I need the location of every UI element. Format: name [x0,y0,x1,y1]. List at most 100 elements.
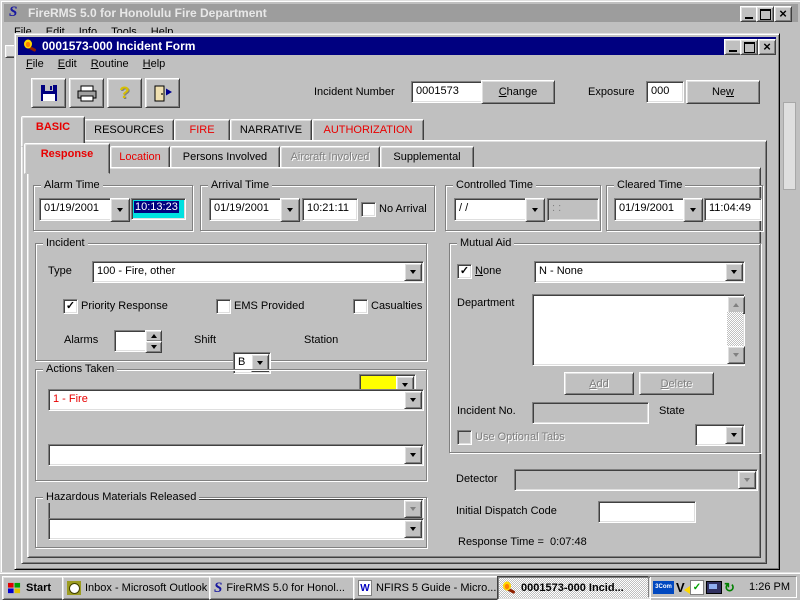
mutual-aid-none-checkbox[interactable]: ✓ [457,264,472,279]
cleared-time-field[interactable]: 11:04:49 [704,198,762,221]
sync-icon[interactable]: ↻ [724,581,735,594]
use-optional-tabs-label: Use Optional Tabs [475,431,565,443]
no-arrival-checkbox[interactable] [361,202,376,217]
task-button-incident-form[interactable]: 0001573-000 Incid... [497,576,651,600]
maximize-icon [760,9,771,20]
mutual-aid-legend: Mutual Aid [457,237,514,249]
scroll-down-button[interactable] [727,346,745,364]
start-button[interactable]: Start [2,576,66,600]
exit-door-icon [153,85,173,102]
form-maximize-button[interactable] [740,39,758,55]
flame-icon [502,581,517,596]
taskbar: Start Inbox - Microsoft Outlook S FireRM… [0,572,800,600]
exposure-field[interactable]: 000 [646,81,684,103]
main-titlebar[interactable]: S FireRMS 5.0 for Honolulu Fire Departme… [4,4,798,22]
task-button-nfirs[interactable]: W NFIRS 5 Guide - Micro... [353,576,504,600]
vshield-icon[interactable]: V [676,581,688,594]
chevron-down-icon [731,270,737,274]
exit-button[interactable] [145,78,180,108]
incident-type-combobox[interactable]: 100 - Fire, other [92,261,424,283]
dropdown-arrow-button[interactable] [404,520,422,538]
action-2-combobox[interactable] [48,444,424,466]
chevron-down-icon [690,208,696,212]
exposure-label: Exposure [588,86,634,98]
chevron-down-icon [287,208,293,212]
priority-response-checkbox[interactable]: ✓ [63,299,78,314]
hazmat-legend: Hazardous Materials Released [43,491,199,503]
initial-dispatch-field[interactable] [598,501,696,523]
arrival-date-dropdown-button[interactable] [280,198,300,222]
controlled-time-legend: Controlled Time [453,179,536,191]
form-titlebar[interactable]: 0001573-000 Incident Form [18,37,776,55]
help-button[interactable]: ? [107,78,142,108]
arrival-time-legend: Arrival Time [208,179,272,191]
chevron-down-icon [744,478,750,482]
form-menubar[interactable]: FileEditRoutineHelp [19,56,172,73]
form-close-button[interactable]: × [758,39,776,55]
alarms-spinner[interactable] [114,330,148,352]
netcheck-icon[interactable]: ✓ [690,580,704,595]
station-label: Station [304,334,338,346]
form-menu-routine[interactable]: Routine [84,56,136,72]
action-1-combobox[interactable]: 1 - Fire [48,389,424,411]
mutual-aid-combobox[interactable]: N - None [534,261,745,283]
alarm-date-dropdown-button[interactable] [110,198,130,222]
incident-legend: Incident [43,237,88,249]
alarms-label: Alarms [64,334,98,346]
dropdown-arrow-button[interactable] [404,263,422,281]
alarm-time-field[interactable]: 10:13:23 [131,198,186,220]
dropdown-arrow-button[interactable] [404,446,422,464]
department-listbox[interactable] [532,294,745,366]
subtab-response[interactable]: Response [24,143,110,174]
ems-provided-checkbox[interactable] [216,299,231,314]
chevron-down-icon [410,270,416,274]
3com-icon[interactable]: 3Com [653,581,674,594]
minimize-icon [729,50,737,52]
taskbar-clock: 1:26 PM [749,581,792,593]
casualties-label: Casualties [371,300,422,312]
chevron-down-icon [117,208,123,212]
alarm-date-field[interactable]: 01/19/2001 [39,198,113,221]
casualties-checkbox[interactable] [353,299,368,314]
cleared-date-dropdown-button[interactable] [683,198,703,222]
task-button-outlook[interactable]: Inbox - Microsoft Outlook [62,576,216,600]
controlled-date-dropdown-button[interactable] [525,198,545,222]
firerms-icon: S [214,581,222,595]
incident-number-label: Incident Number [314,86,395,98]
cleared-time-group: Cleared Time 01/19/2001 11:04:49 [606,185,763,231]
incident-number-field[interactable]: 0001573 [411,81,485,103]
hazmat-combobox[interactable] [48,518,424,540]
use-optional-tabs-checkbox [457,430,472,445]
change-button[interactable]: Change [481,80,555,104]
arrival-time-field[interactable]: 10:21:11 [302,198,358,221]
form-menu-edit[interactable]: Edit [51,56,84,72]
save-button[interactable] [31,78,66,108]
dropdown-arrow-button[interactable] [725,263,743,281]
arrival-date-field[interactable]: 01/19/2001 [209,198,283,221]
main-maximize-button[interactable] [756,6,774,22]
state-combobox[interactable] [695,424,745,446]
detector-combobox [514,469,758,491]
firerms-logo-icon: S [9,5,17,19]
alarms-spin-down-button[interactable] [145,341,162,353]
close-icon: × [763,42,771,52]
form-menu-help[interactable]: Help [136,56,173,72]
dropdown-arrow-button [738,471,756,489]
main-close-button[interactable]: × [774,6,792,22]
print-button[interactable] [69,78,104,108]
floppy-disk-icon [40,84,58,102]
scrollbar-track[interactable] [727,312,743,348]
task-button-firerms[interactable]: S FireRMS 5.0 for Honol... [209,576,360,600]
cleared-date-field[interactable]: 01/19/2001 [614,198,686,221]
display-icon[interactable] [706,581,722,594]
form-menu-file[interactable]: File [19,56,51,72]
dropdown-arrow-button[interactable] [404,391,422,409]
dropdown-arrow-button[interactable] [725,426,743,444]
mdi-scroll-strip[interactable] [783,102,796,190]
alarm-time-group: Alarm Time 01/19/2001 10:13:23 [33,185,193,231]
new-button[interactable]: New [686,80,760,104]
controlled-time-group: Controlled Time / / : : [445,185,601,231]
priority-response-label: Priority Response [81,300,168,312]
controlled-date-field[interactable]: / / [454,198,528,221]
department-scrollbar[interactable] [727,296,743,364]
